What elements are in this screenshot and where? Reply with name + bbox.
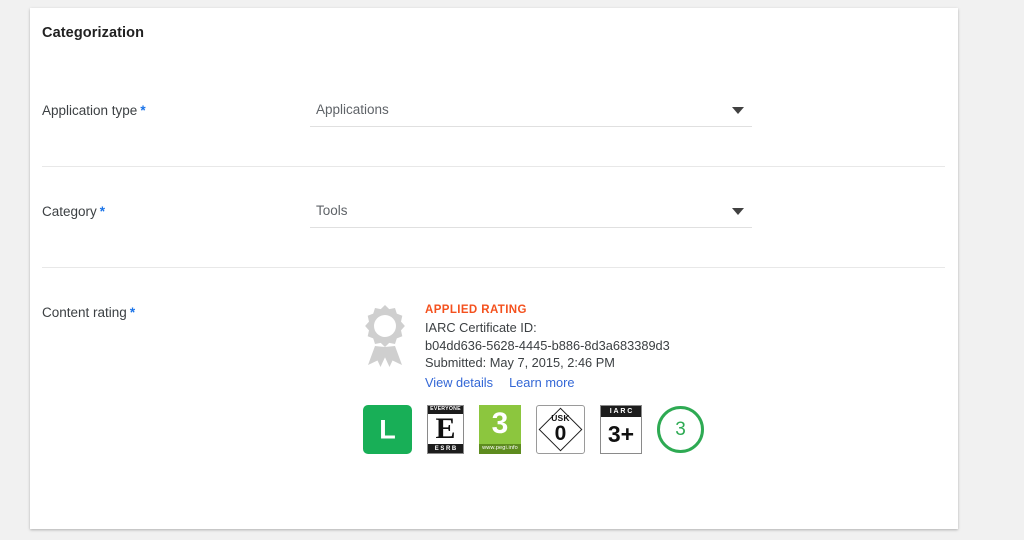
- pegi-rating-text: 3: [491, 406, 509, 440]
- iarc-label-text: IARC: [601, 406, 641, 417]
- application-type-label-text: Application type: [42, 103, 138, 118]
- classind-rating-text: L: [379, 414, 396, 444]
- page-root: Categorization Application type * Applica…: [0, 0, 1024, 540]
- form-row-application-type: Application type * Applications: [42, 93, 945, 166]
- rating-links: View details Learn more: [425, 374, 845, 391]
- required-asterisk: *: [99, 204, 106, 219]
- category-select[interactable]: Tools: [310, 202, 752, 228]
- application-type-select[interactable]: Applications: [310, 101, 752, 127]
- required-asterisk: *: [140, 103, 146, 118]
- esrb-rating-text: E: [428, 414, 463, 445]
- esrb-bottom-text: ESRB: [428, 444, 463, 453]
- divider: [42, 267, 945, 268]
- content-rating-label-text: Content rating: [42, 305, 127, 320]
- learn-more-link[interactable]: Learn more: [509, 375, 574, 390]
- usk-badge: USK 0: [536, 405, 585, 454]
- category-label-text: Category: [42, 204, 97, 219]
- category-value: Tools: [316, 203, 348, 218]
- esrb-badge: EVERYONE E ESRB: [427, 405, 464, 454]
- status-badge: APPLIED RATING: [425, 304, 527, 316]
- categorization-card: Categorization Application type * Applica…: [30, 8, 958, 529]
- category-label: Category *: [42, 204, 105, 219]
- content-rating-details: APPLIED RATING IARC Certificate ID: b04d…: [425, 302, 845, 391]
- pegi-url-text: www.pegi.info: [479, 444, 521, 454]
- chevron-down-icon[interactable]: [732, 107, 744, 114]
- view-details-link[interactable]: View details: [425, 375, 493, 390]
- award-ribbon-icon: [358, 303, 412, 367]
- certificate-label: IARC Certificate ID:: [425, 320, 537, 335]
- divider: [42, 166, 945, 167]
- application-type-label: Application type *: [42, 103, 146, 118]
- application-type-value: Applications: [316, 102, 389, 117]
- usk-rating-text: 0: [554, 422, 567, 445]
- rating-badges-list: L EVERYONE E ESRB 3 www.pegi.info USK 0 …: [363, 405, 704, 454]
- iarc-badge: IARC 3+: [600, 405, 642, 454]
- pegi-badge: 3 www.pegi.info: [479, 405, 521, 454]
- iarc-rating-text: 3+: [607, 421, 635, 447]
- required-asterisk: *: [129, 305, 136, 320]
- generic-age-badge: 3: [657, 406, 704, 453]
- page-title: Categorization: [42, 25, 145, 41]
- submitted-timestamp: Submitted: May 7, 2015, 2:46 PM: [425, 355, 615, 370]
- content-rating-label: Content rating *: [42, 305, 135, 320]
- form-row-content-rating: Content rating * APPLIED RATING IARC Cer…: [42, 295, 945, 485]
- chevron-down-icon[interactable]: [732, 208, 744, 215]
- certificate-id: b04dd636-5628-4445-b886-8d3a683389d3: [425, 337, 670, 353]
- classind-badge: L: [363, 405, 412, 454]
- form-row-category: Category * Tools: [42, 194, 945, 267]
